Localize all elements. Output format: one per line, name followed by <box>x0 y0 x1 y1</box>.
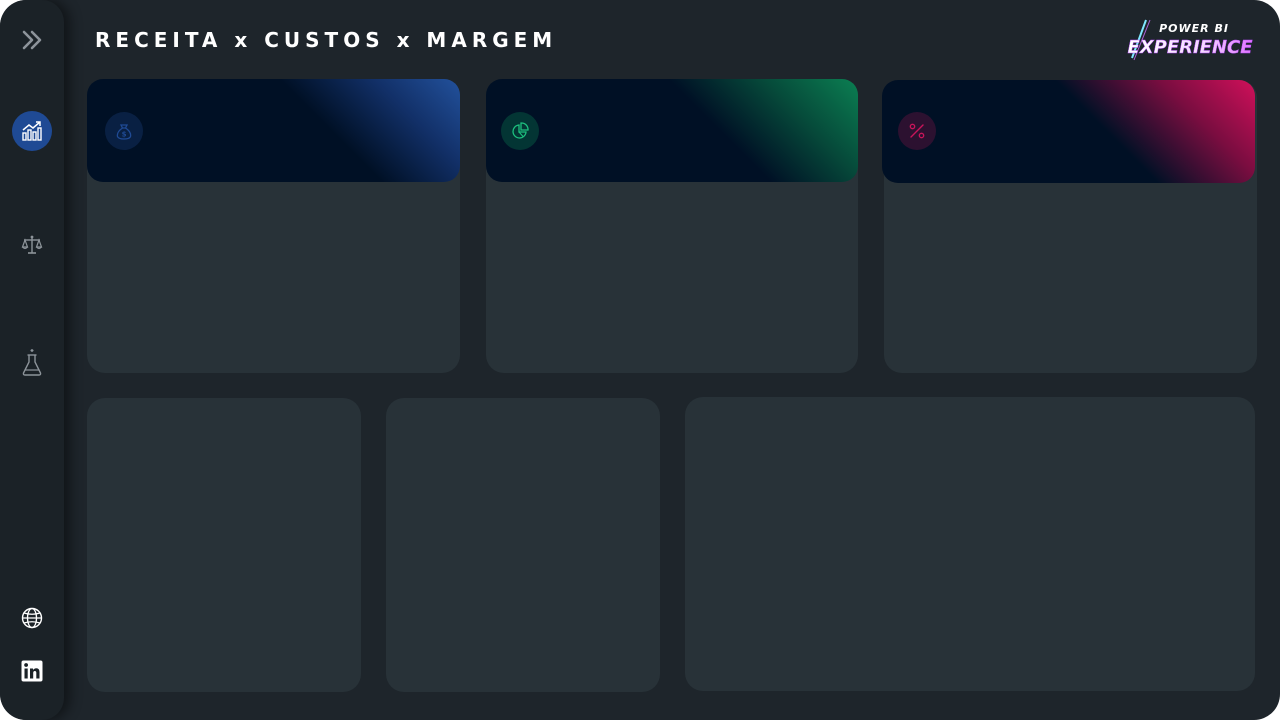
margin-card-header <box>882 80 1255 183</box>
bottom-middle-chart-card <box>386 398 660 692</box>
power-bi-experience-logo: POWER BI EXPERIENCE <box>1127 19 1253 61</box>
globe-icon <box>21 607 43 629</box>
bottom-right-chart-card <box>685 397 1255 691</box>
money-bag-icon: $ <box>116 124 132 140</box>
dashboard: RECEITA x CUSTOS x MARGEM POWER BI EXPER… <box>0 0 1280 720</box>
chevron-double-right-icon <box>22 30 42 50</box>
bottom-left-chart-card <box>87 398 361 692</box>
page-title: RECEITA x CUSTOS x MARGEM <box>95 28 558 52</box>
revenue-icon-badge: $ <box>105 112 143 150</box>
sidebar <box>0 0 64 720</box>
balance-scale-icon <box>21 235 43 254</box>
svg-text:POWER BI: POWER BI <box>1159 22 1229 35</box>
trending-chart-icon <box>22 121 42 141</box>
costs-card-header <box>486 79 858 182</box>
linkedin-icon <box>21 660 43 682</box>
pie-chart-icon <box>512 122 529 139</box>
nav-simulation[interactable] <box>12 343 52 383</box>
nav-comparison[interactable] <box>12 225 52 265</box>
svg-text:EXPERIENCE: EXPERIENCE <box>1127 37 1253 58</box>
margin-icon-badge <box>898 112 936 150</box>
costs-icon-badge <box>501 112 539 150</box>
percent-icon <box>909 123 925 139</box>
website-link[interactable] <box>12 598 52 638</box>
expand-sidebar-button[interactable] <box>12 20 52 60</box>
linkedin-link[interactable] <box>12 651 52 691</box>
flask-icon <box>22 349 42 376</box>
nav-revenue-costs-margin[interactable] <box>12 111 52 151</box>
svg-text:$: $ <box>122 131 127 139</box>
revenue-card-header: $ <box>87 79 460 182</box>
